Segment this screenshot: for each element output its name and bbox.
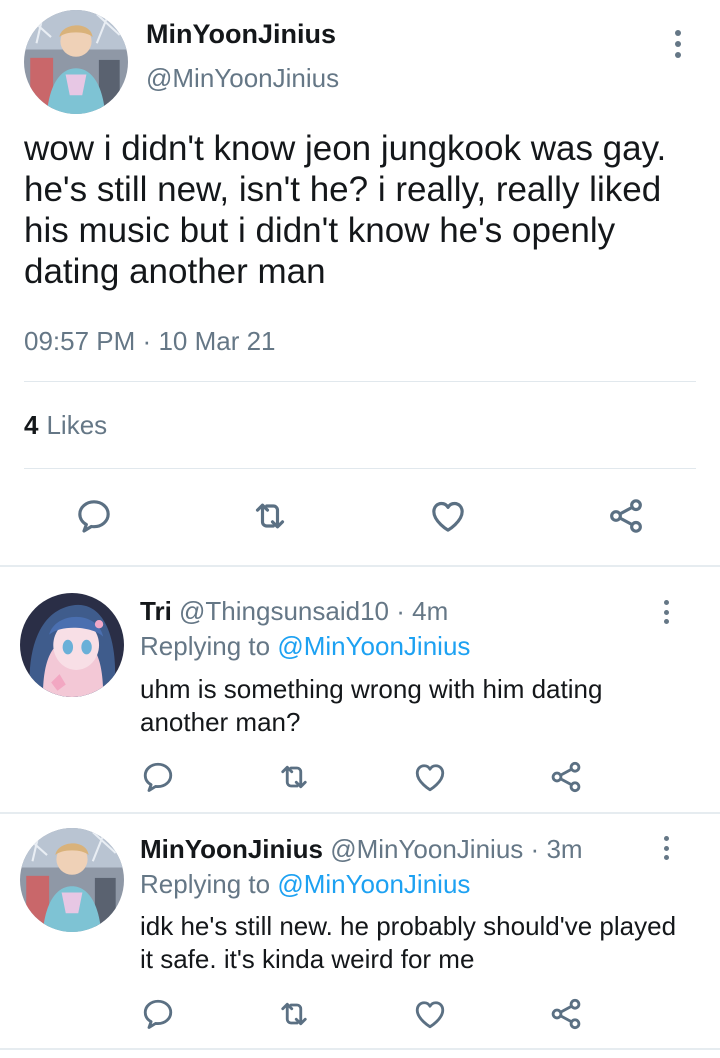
author-display-name[interactable]: MinYoonJinius bbox=[146, 19, 336, 50]
share-icon[interactable] bbox=[604, 494, 648, 538]
replying-prefix: Replying to bbox=[140, 631, 271, 661]
reply-handle[interactable]: @MinYoonJinius bbox=[330, 834, 523, 864]
author-avatar[interactable] bbox=[24, 10, 128, 114]
reply-separator: · bbox=[530, 834, 540, 864]
reply-text: idk he's still new. he probably should'v… bbox=[140, 911, 677, 974]
replying-to: Replying to @MinYoonJinius bbox=[140, 869, 470, 900]
reply-age: 3m bbox=[546, 834, 583, 864]
like-icon[interactable] bbox=[408, 992, 452, 1036]
replying-prefix: Replying to bbox=[140, 869, 271, 899]
likes-count[interactable]: 4 Likes bbox=[24, 410, 107, 441]
retweet-icon[interactable] bbox=[248, 494, 292, 538]
share-icon[interactable] bbox=[544, 992, 588, 1036]
reply-header: Tri @Thingsunsaid10 · 4m bbox=[140, 596, 448, 627]
retweet-icon[interactable] bbox=[272, 755, 316, 799]
reply-display-name[interactable]: Tri bbox=[140, 596, 172, 626]
more-options-icon[interactable] bbox=[658, 836, 674, 860]
mention-link[interactable]: @MinYoonJinius bbox=[277, 869, 470, 899]
mention-link[interactable]: @MinYoonJinius bbox=[277, 631, 470, 661]
reply-handle[interactable]: @Thingsunsaid10 bbox=[179, 596, 389, 626]
reply-icon[interactable] bbox=[72, 494, 116, 538]
more-options-icon[interactable] bbox=[670, 30, 686, 58]
section-divider bbox=[0, 1048, 720, 1050]
reply-tweet[interactable]: MinYoonJinius @MinYoonJinius · 3m Replyi… bbox=[0, 814, 720, 1050]
reply-icon[interactable] bbox=[136, 755, 180, 799]
timestamp-separator: · bbox=[142, 326, 152, 356]
tweet-text: wow i didn't know jeon jungkook was gay.… bbox=[24, 129, 667, 291]
likes-label: Likes bbox=[46, 410, 108, 440]
reply-actions bbox=[0, 755, 720, 803]
main-tweet: MinYoonJinius @MinYoonJinius wow i didn'… bbox=[0, 0, 720, 566]
replying-to: Replying to @MinYoonJinius bbox=[140, 631, 470, 662]
like-icon[interactable] bbox=[426, 494, 470, 538]
author-handle[interactable]: @MinYoonJinius bbox=[146, 63, 339, 94]
divider bbox=[24, 381, 696, 382]
reply-header: MinYoonJinius @MinYoonJinius · 3m bbox=[140, 834, 583, 865]
reply-icon[interactable] bbox=[136, 992, 180, 1036]
more-options-icon[interactable] bbox=[658, 600, 674, 624]
retweet-icon[interactable] bbox=[272, 992, 316, 1036]
reply-display-name[interactable]: MinYoonJinius bbox=[140, 834, 323, 864]
divider bbox=[24, 468, 696, 469]
tweet-time: 09:57 PM bbox=[24, 326, 136, 356]
reply-avatar[interactable] bbox=[20, 828, 124, 932]
share-icon[interactable] bbox=[544, 755, 588, 799]
reply-separator: · bbox=[396, 596, 405, 626]
reply-age: 4m bbox=[412, 596, 449, 626]
reply-actions bbox=[0, 992, 720, 1040]
reply-text: uhm is something wrong with him dating a… bbox=[140, 674, 603, 737]
reply-tweet[interactable]: Tri @Thingsunsaid10 · 4m Replying to @Mi… bbox=[0, 567, 720, 812]
tweet-actions bbox=[0, 494, 720, 542]
tweet-date: 10 Mar 21 bbox=[158, 326, 276, 356]
like-icon[interactable] bbox=[408, 755, 452, 799]
tweet-timestamp: 09:57 PM · 10 Mar 21 bbox=[24, 326, 276, 357]
reply-avatar[interactable] bbox=[20, 593, 124, 697]
likes-number: 4 bbox=[24, 410, 39, 440]
